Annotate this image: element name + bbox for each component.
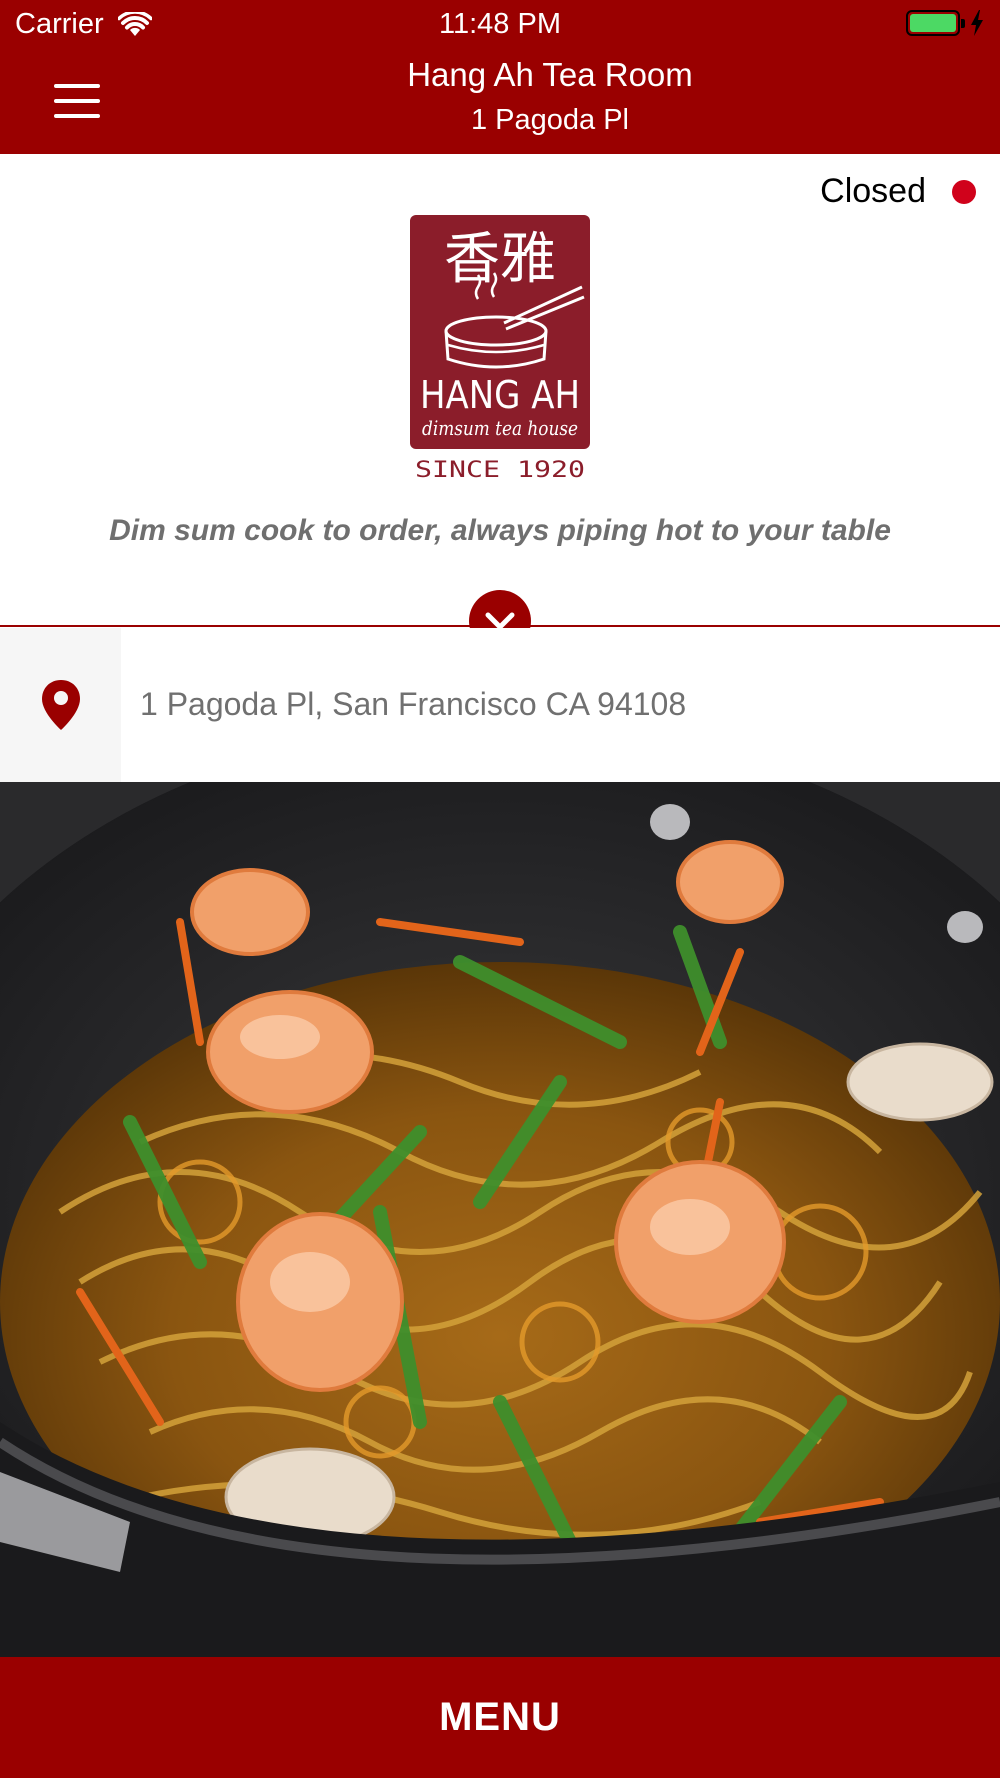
- open-status-label: Closed: [820, 172, 926, 210]
- address-icon-cell: [0, 628, 121, 782]
- svg-text:dimsum tea house: dimsum tea house: [422, 416, 578, 440]
- menu-button[interactable]: MENU: [0, 1657, 1000, 1778]
- battery-icon: [906, 10, 965, 36]
- tagline: Dim sum cook to order, always piping hot…: [109, 514, 891, 547]
- address-text: 1 Pagoda Pl, San Francisco CA 94108: [140, 686, 687, 722]
- status-bar: Carrier 11:48 PM: [0, 0, 1000, 50]
- restaurant-logo: 香雅 HANG AH dimsum tea house SINCE 1920: [410, 215, 590, 483]
- restaurant-subtitle: 1 Pagoda Pl: [470, 104, 629, 136]
- app-header: Carrier 11:48 PM Hang Ah Tea Room 1 Pago…: [0, 0, 1000, 154]
- battery-group: [906, 10, 984, 36]
- status-dot-icon: [952, 179, 976, 204]
- restaurant-title: Hang Ah Tea Room: [407, 56, 693, 93]
- lightning-icon: [971, 10, 983, 36]
- svg-text:香雅: 香雅: [444, 227, 556, 292]
- location-pin-icon: [41, 680, 80, 730]
- svg-text:SINCE 1920: SINCE 1920: [415, 458, 585, 483]
- svg-text:HANG AH: HANG AH: [420, 373, 580, 417]
- address-row[interactable]: 1 Pagoda Pl, San Francisco CA 94108: [0, 628, 1000, 782]
- wok-noodles-shrimp-photo: [0, 782, 1000, 1657]
- open-status: Closed: [820, 172, 976, 211]
- status-time: 11:48 PM: [439, 8, 561, 40]
